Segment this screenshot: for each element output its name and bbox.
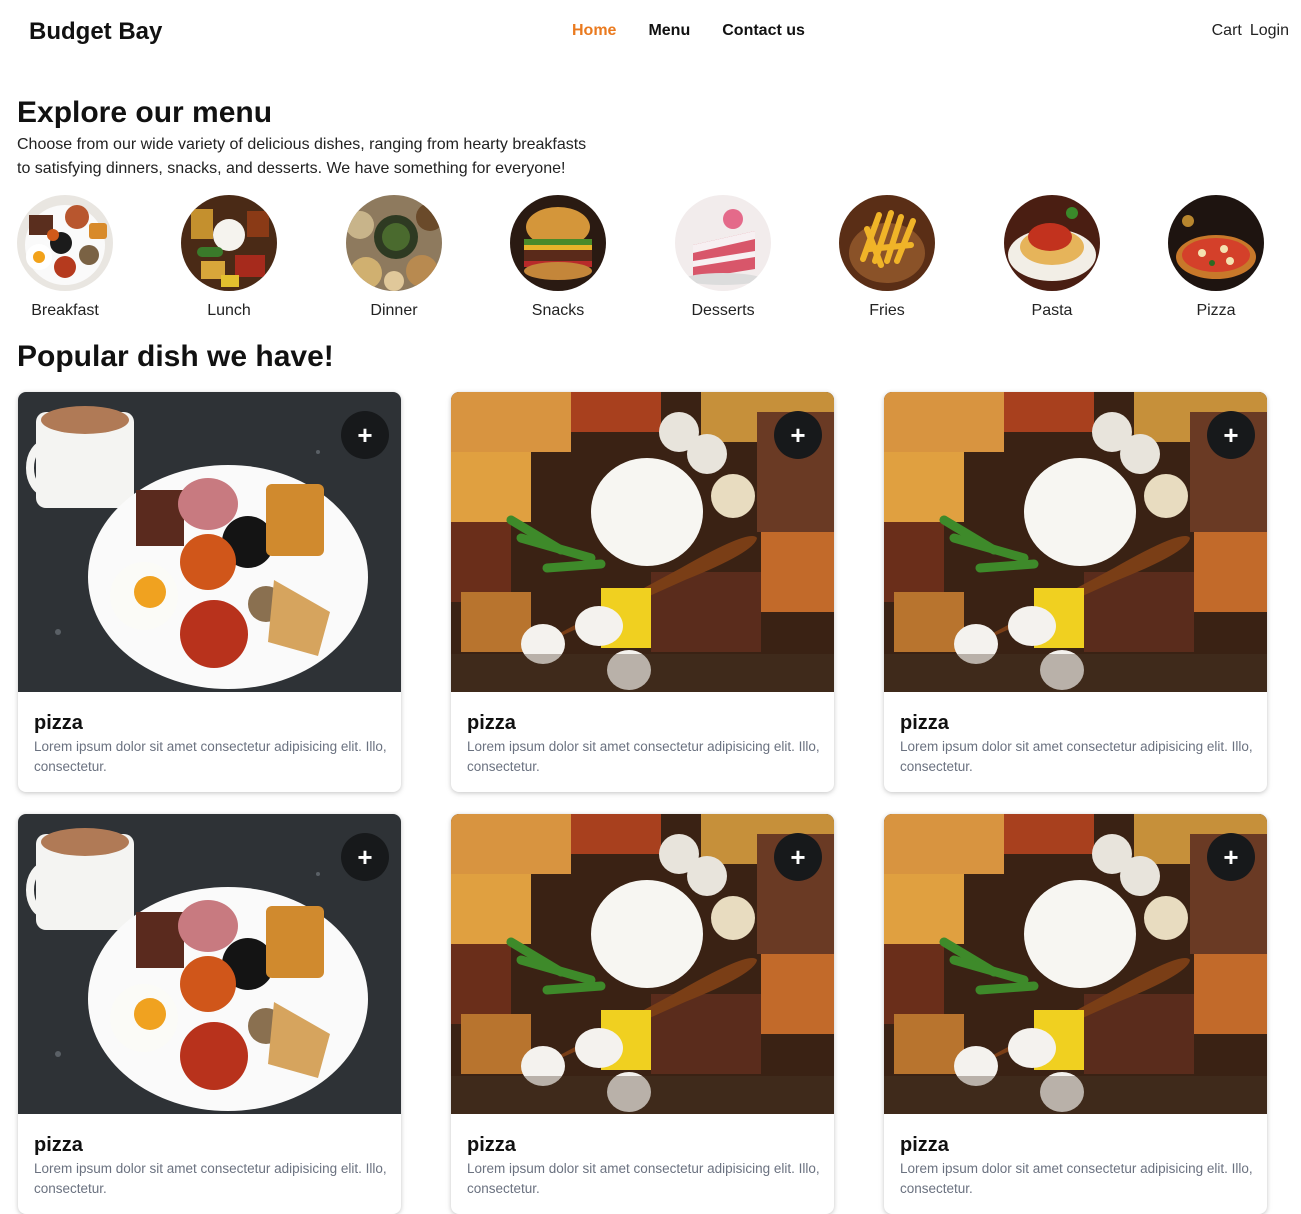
category-label: Lunch: [207, 302, 251, 319]
category-image: [839, 195, 935, 291]
nav-contact-link[interactable]: Contact us: [722, 22, 805, 40]
category-dinner[interactable]: Dinner: [346, 195, 442, 320]
main-nav: Home Menu Contact us: [572, 22, 805, 40]
dish-description: Lorem ipsum dolor sit amet consectetur a…: [34, 739, 387, 774]
nav-actions: Cart Login: [1212, 22, 1289, 40]
dish-card[interactable]: + pizza Lorem ipsum dolor sit amet conse…: [18, 814, 401, 1214]
add-to-cart-button[interactable]: +: [341, 411, 389, 459]
category-image: [510, 195, 606, 291]
dish-name: pizza: [34, 712, 83, 734]
category-pasta[interactable]: Pasta: [1004, 195, 1100, 320]
dish-name: pizza: [900, 1134, 949, 1156]
category-fries[interactable]: Fries: [839, 195, 935, 320]
navbar: Budget Bay Home Menu Contact us Cart Log…: [0, 0, 1301, 64]
category-label: Dinner: [370, 302, 418, 319]
category-label: Breakfast: [31, 302, 99, 319]
dish-name: pizza: [900, 712, 949, 734]
category-lunch[interactable]: Lunch: [181, 195, 277, 320]
add-to-cart-button[interactable]: +: [774, 411, 822, 459]
dish-name: pizza: [34, 1134, 83, 1156]
add-to-cart-button[interactable]: +: [774, 833, 822, 881]
category-image: [17, 195, 113, 291]
dish-card[interactable]: + pizza Lorem ipsum dolor sit amet conse…: [451, 392, 834, 792]
dish-description: Lorem ipsum dolor sit amet consectetur a…: [900, 739, 1253, 774]
category-image: [1168, 195, 1264, 291]
nav-home-link[interactable]: Home: [572, 22, 616, 40]
category-list: Breakfast Lunch Dinner Snacks Desserts F…: [17, 195, 1287, 325]
category-image: [346, 195, 442, 291]
dish-description: Lorem ipsum dolor sit amet consectetur a…: [34, 1161, 387, 1196]
dish-card[interactable]: + pizza Lorem ipsum dolor sit amet conse…: [18, 392, 401, 792]
category-label: Snacks: [531, 302, 585, 319]
nav-menu-link[interactable]: Menu: [648, 22, 690, 40]
category-image: [1004, 195, 1100, 291]
category-image: [675, 195, 771, 291]
category-label: Pasta: [1031, 302, 1073, 319]
dish-name: pizza: [467, 1134, 516, 1156]
category-label: Pizza: [1196, 302, 1236, 319]
brand-logo[interactable]: Budget Bay: [29, 18, 162, 46]
dish-description: Lorem ipsum dolor sit amet consectetur a…: [900, 1161, 1253, 1196]
category-breakfast[interactable]: Breakfast: [17, 195, 113, 320]
dish-description: Lorem ipsum dolor sit amet consectetur a…: [467, 739, 820, 774]
add-to-cart-button[interactable]: +: [1207, 833, 1255, 881]
dish-card[interactable]: + pizza Lorem ipsum dolor sit amet conse…: [451, 814, 834, 1214]
add-to-cart-button[interactable]: +: [1207, 411, 1255, 459]
popular-title: Popular dish we have!: [17, 340, 334, 373]
category-pizza[interactable]: Pizza: [1168, 195, 1264, 320]
dish-name: pizza: [467, 712, 516, 734]
category-label: Desserts: [691, 302, 755, 319]
category-desserts[interactable]: Desserts: [675, 195, 771, 320]
cart-link[interactable]: Cart: [1212, 22, 1242, 40]
explore-title: Explore our menu: [17, 96, 273, 129]
category-image: [181, 195, 277, 291]
category-snacks[interactable]: Snacks: [510, 195, 606, 320]
login-link[interactable]: Login: [1250, 22, 1289, 40]
dish-description: Lorem ipsum dolor sit amet consectetur a…: [467, 1161, 820, 1196]
explore-description: Choose from our wide variety of deliciou…: [17, 136, 587, 177]
dish-card[interactable]: + pizza Lorem ipsum dolor sit amet conse…: [884, 392, 1267, 792]
dish-card[interactable]: + pizza Lorem ipsum dolor sit amet conse…: [884, 814, 1267, 1214]
add-to-cart-button[interactable]: +: [341, 833, 389, 881]
category-label: Fries: [869, 302, 905, 319]
